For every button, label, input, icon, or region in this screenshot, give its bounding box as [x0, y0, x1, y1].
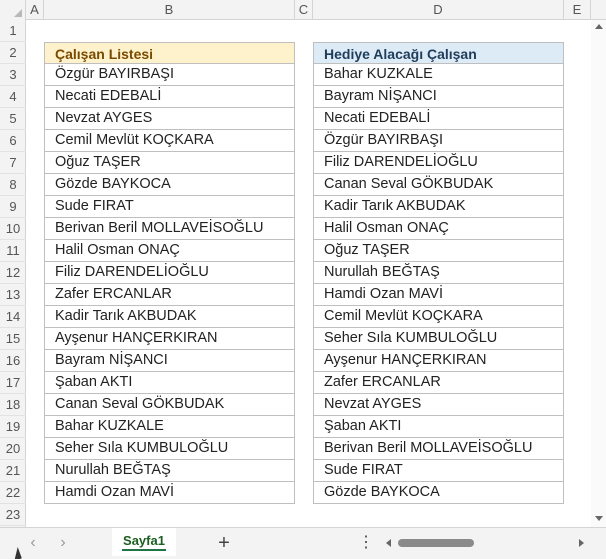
table-cell[interactable]: Şaban AKTI	[314, 416, 563, 438]
column-header-b[interactable]: B	[44, 0, 295, 20]
table-cell[interactable]: Özgür BAYIRBAŞI	[45, 64, 294, 86]
table-cell[interactable]: Filiz DARENDELİOĞLU	[314, 152, 563, 174]
table-cell[interactable]: Nurullah BEĞTAŞ	[45, 460, 294, 482]
sheet-tab-label: Sayfa1	[123, 533, 165, 548]
row-header[interactable]: 1	[0, 20, 26, 42]
table-cell[interactable]: Nevzat AYGES	[314, 394, 563, 416]
table-cell[interactable]: Necati EDEBALİ	[314, 108, 563, 130]
table-cell[interactable]: Halil Osman ONAÇ	[45, 240, 294, 262]
column-header-a[interactable]: A	[26, 0, 44, 20]
row-header[interactable]: 10	[0, 218, 26, 240]
table-cell[interactable]: Kadir Tarık AKBUDAK	[45, 306, 294, 328]
table-cell[interactable]: Özgür BAYIRBAŞI	[314, 130, 563, 152]
table-cell[interactable]: Hamdi Ozan MAVİ	[314, 284, 563, 306]
scroll-right-arrow-icon[interactable]	[579, 539, 584, 547]
row-header[interactable]: 21	[0, 460, 26, 482]
row-header[interactable]: 2	[0, 42, 26, 64]
table-cell[interactable]: Kadir Tarık AKBUDAK	[314, 196, 563, 218]
sheet-tab-sayfa1[interactable]: Sayfa1	[112, 528, 176, 556]
table-cell[interactable]: Gözde BAYKOCA	[314, 482, 563, 504]
table-cell[interactable]: Gözde BAYKOCA	[45, 174, 294, 196]
table-cell[interactable]: Nurullah BEĞTAŞ	[314, 262, 563, 284]
row-header[interactable]: 8	[0, 174, 26, 196]
table-cell[interactable]: Sude FIRAT	[45, 196, 294, 218]
table-cell[interactable]: Nevzat AYGES	[45, 108, 294, 130]
table-cell[interactable]: Bahar KUZKALE	[314, 64, 563, 86]
row-header[interactable]: 22	[0, 482, 26, 504]
table-cell[interactable]: Halil Osman ONAÇ	[314, 218, 563, 240]
row-header[interactable]: 4	[0, 86, 26, 108]
table-cell[interactable]: Seher Sıla KUMBULOĞLU	[45, 438, 294, 460]
more-options-icon[interactable]: ⋮	[358, 533, 374, 553]
add-sheet-icon[interactable]: +	[214, 533, 234, 553]
table-cell[interactable]: Ayşenur HANÇERKIRAN	[314, 350, 563, 372]
employee-list-header[interactable]: Çalışan Listesi	[45, 42, 294, 64]
table-cell[interactable]: Canan Seval GÖKBUDAK	[314, 174, 563, 196]
vertical-scrollbar[interactable]	[591, 20, 606, 527]
previous-sheet-icon[interactable]: ‹	[24, 534, 42, 552]
row-header[interactable]: 15	[0, 328, 26, 350]
table-cell[interactable]: Bayram NİŞANCI	[45, 350, 294, 372]
horizontal-scrollbar[interactable]	[384, 535, 586, 551]
scroll-up-arrow-icon[interactable]	[595, 24, 603, 29]
table-cell[interactable]: Bayram NİŞANCI	[314, 86, 563, 108]
employee-list-table: Çalışan Listesi Özgür BAYIRBAŞI Necati ED…	[44, 42, 295, 504]
next-sheet-icon[interactable]: ›	[54, 534, 72, 552]
row-header[interactable]: 13	[0, 284, 26, 306]
row-header[interactable]: 23	[0, 504, 26, 526]
active-tab-underline	[122, 549, 166, 551]
select-all-corner[interactable]	[0, 0, 26, 20]
horizontal-scroll-thumb[interactable]	[398, 539, 474, 547]
row-header[interactable]: 16	[0, 350, 26, 372]
row-header[interactable]: 17	[0, 372, 26, 394]
gift-recipient-table: Hediye Alacağı Çalışan Bahar KUZKALE Bayr…	[313, 42, 564, 504]
row-header[interactable]: 7	[0, 152, 26, 174]
table-cell[interactable]: Berivan Beril MOLLAVEİSOĞLU	[45, 218, 294, 240]
column-header-d[interactable]: D	[313, 0, 564, 20]
row-header[interactable]: 9	[0, 196, 26, 218]
table-cell[interactable]: Cemil Mevlüt KOÇKARA	[45, 130, 294, 152]
table-cell[interactable]: Necati EDEBALİ	[45, 86, 294, 108]
gift-recipient-header[interactable]: Hediye Alacağı Çalışan	[314, 42, 563, 64]
table-cell[interactable]: Zafer ERCANLAR	[45, 284, 294, 306]
column-header-row: A B C D E	[0, 0, 606, 20]
row-header[interactable]: 11	[0, 240, 26, 262]
table-cell[interactable]: Oğuz TAŞER	[45, 152, 294, 174]
row-header[interactable]: 20	[0, 438, 26, 460]
column-header-c[interactable]: C	[295, 0, 313, 20]
row-header-column: 1 2 3 4 5 6 7 8 9 10 11 12 13 14 15 16 17 18 19 20 21 22 23	[0, 20, 26, 527]
row-header[interactable]: 12	[0, 262, 26, 284]
table-cell[interactable]: Filiz DARENDELİOĞLU	[45, 262, 294, 284]
cell-area[interactable]: Çalışan Listesi Özgür BAYIRBAŞI Necati ED…	[26, 20, 606, 527]
table-cell[interactable]: Oğuz TAŞER	[314, 240, 563, 262]
table-cell[interactable]: Canan Seval GÖKBUDAK	[45, 394, 294, 416]
column-header-e[interactable]: E	[564, 0, 591, 20]
table-cell[interactable]: Sude FIRAT	[314, 460, 563, 482]
table-cell[interactable]: Ayşenur HANÇERKIRAN	[45, 328, 294, 350]
table-cell[interactable]: Bahar KUZKALE	[45, 416, 294, 438]
table-cell[interactable]: Şaban AKTI	[45, 372, 294, 394]
table-cell[interactable]: Zafer ERCANLAR	[314, 372, 563, 394]
row-header[interactable]: 5	[0, 108, 26, 130]
row-header[interactable]: 3	[0, 64, 26, 86]
table-cell[interactable]: Berivan Beril MOLLAVEİSOĞLU	[314, 438, 563, 460]
table-cell[interactable]: Seher Sıla KUMBULOĞLU	[314, 328, 563, 350]
spreadsheet-grid: A B C D E 1 2 3 4 5 6 7 8 9 10 11 12 13 14 15 16 17 18 19 2…	[0, 0, 606, 527]
scroll-left-arrow-icon[interactable]	[386, 539, 391, 547]
scroll-down-arrow-icon[interactable]	[595, 516, 603, 521]
row-header[interactable]: 19	[0, 416, 26, 438]
row-header[interactable]: 14	[0, 306, 26, 328]
row-header[interactable]: 6	[0, 130, 26, 152]
table-cell[interactable]: Cemil Mevlüt KOÇKARA	[314, 306, 563, 328]
row-header[interactable]: 18	[0, 394, 26, 416]
sheet-tab-bar: ‹ › Sayfa1 + ⋮	[0, 527, 606, 559]
table-cell[interactable]: Hamdi Ozan MAVİ	[45, 482, 294, 504]
